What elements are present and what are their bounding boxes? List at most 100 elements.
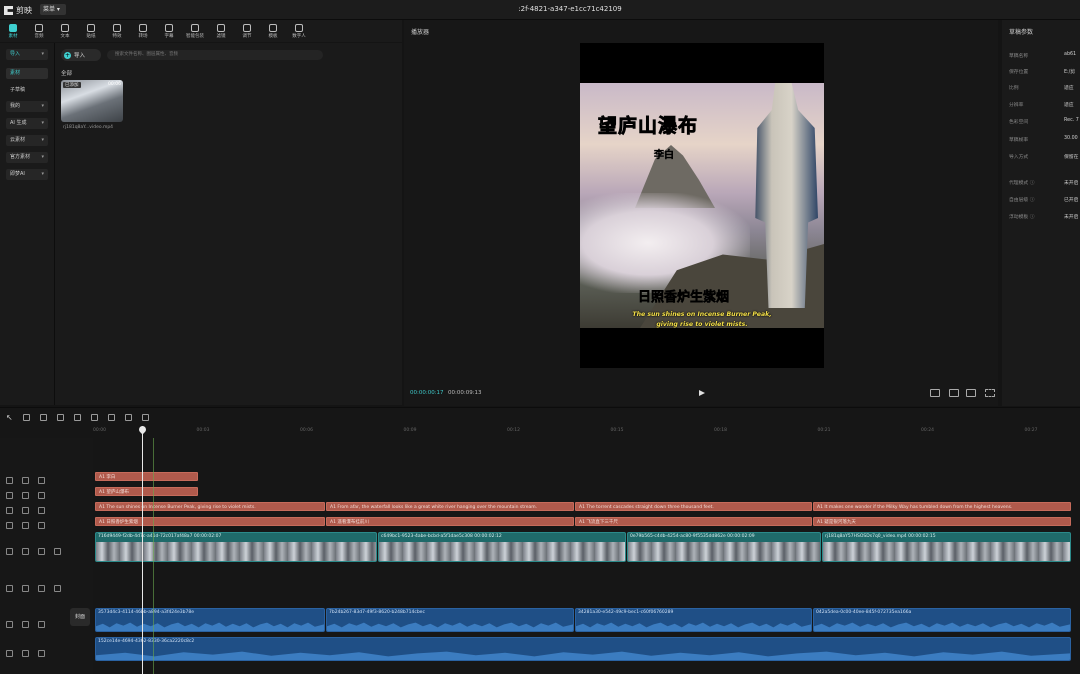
- audio-clip[interactable]: 7b24b267-83d7-49f3-8620-b248b714cbec: [326, 608, 574, 632]
- lock-icon[interactable]: [22, 548, 29, 555]
- text-clip[interactable]: A1 The torrent cascades straight down th…: [575, 502, 812, 511]
- video-track-icon[interactable]: [6, 548, 13, 555]
- toolbar-item-1[interactable]: 音频: [26, 20, 52, 42]
- menu-button[interactable]: 菜单 ▾: [40, 4, 66, 15]
- toolbar-item-4[interactable]: 特效: [104, 20, 130, 42]
- select-tool-icon[interactable]: ↖: [6, 413, 13, 422]
- toolbar-item-0[interactable]: 素材: [0, 20, 26, 42]
- nav-item-7[interactable]: 即梦AI ▾: [6, 169, 48, 180]
- lock-icon[interactable]: [22, 507, 29, 514]
- text-clip[interactable]: A1 日照香炉生紫烟: [95, 517, 325, 526]
- text-clip[interactable]: A1 李白: [95, 472, 198, 481]
- eye-icon[interactable]: [38, 548, 45, 555]
- audio-clip[interactable]: 34281a30-e542-49c9-bec1-c60f06760289: [575, 608, 812, 632]
- text-clip[interactable]: A1 From afar, the waterfall looks like a…: [326, 502, 574, 511]
- cover-button[interactable]: 封面: [70, 608, 90, 626]
- nav-item-4[interactable]: AI 生成 ▾: [6, 118, 48, 129]
- text-clip[interactable]: A1 望庐山瀑布: [95, 487, 198, 496]
- nav-item-0[interactable]: 导入 ▾: [6, 49, 48, 60]
- toolbar-item-5[interactable]: 转场: [130, 20, 156, 42]
- text-track-icon[interactable]: [6, 492, 13, 499]
- fullscreen-icon[interactable]: [985, 389, 995, 397]
- audio-clip[interactable]: 042a5dea-0c00-40ee-845f-072735ea166a: [813, 608, 1071, 632]
- volume-icon[interactable]: [54, 585, 61, 592]
- text-track-icon[interactable]: [6, 522, 13, 529]
- audio-clip[interactable]: 3573d4c3-4114-46bb-a894-a3f424e3b78e: [95, 608, 325, 632]
- eye-icon[interactable]: [38, 522, 45, 529]
- video-clip[interactable]: 0e79b565-c4db-4254-ac80-9f5535dd862e 00:…: [627, 532, 821, 562]
- lock-icon[interactable]: [22, 492, 29, 499]
- audio-clip-label: 7b24b267-83d7-49f3-8620-b248b714cbec: [329, 610, 425, 615]
- waveform: [814, 622, 1070, 631]
- split-icon[interactable]: [56, 413, 64, 421]
- video-clip[interactable]: rj181q8aY57HSOSDs7q0_video.mp4 00:00:02:…: [822, 532, 1071, 562]
- chevron-down-icon: ▾: [41, 103, 44, 109]
- text-clip[interactable]: A1 It makes one wonder if the Milky Way …: [813, 502, 1071, 511]
- quality-icon[interactable]: [930, 389, 940, 397]
- prop-value: 未开启: [1064, 215, 1079, 220]
- ratio-icon[interactable]: [966, 389, 976, 397]
- split-left-icon[interactable]: [73, 413, 81, 421]
- media-thumbnail[interactable]: 已添加 00:06: [61, 80, 123, 122]
- nav-item-5[interactable]: 云素材 ▾: [6, 135, 48, 146]
- toolbar-item-3[interactable]: 贴纸: [78, 20, 104, 42]
- search-input[interactable]: 搜索文件名称、图层属性、音频: [107, 50, 323, 60]
- volume-icon[interactable]: [38, 621, 45, 628]
- toolbar-item-7[interactable]: 智能包装: [182, 20, 208, 42]
- video-preview[interactable]: 望庐山瀑布 李白 日照香炉生紫烟 The sun shines on Incen…: [580, 43, 824, 368]
- eye-icon[interactable]: [38, 492, 45, 499]
- import-button[interactable]: + 导入: [61, 49, 101, 61]
- video-clip[interactable]: c649bc1-9523-4abe-bcbd-a5f1dae5c308 00:0…: [378, 532, 626, 562]
- eye-icon[interactable]: [38, 477, 45, 484]
- lock-icon[interactable]: [22, 650, 29, 657]
- marker-icon[interactable]: [124, 413, 132, 421]
- volume-icon[interactable]: [38, 650, 45, 657]
- lock-icon[interactable]: [22, 585, 29, 592]
- lock-icon[interactable]: [22, 621, 29, 628]
- nav-item-6[interactable]: 官方素材 ▾: [6, 152, 48, 163]
- toolbar-item-8[interactable]: 滤镜: [208, 20, 234, 42]
- play-icon[interactable]: [699, 390, 705, 396]
- prop-value: 30.00: [1064, 136, 1078, 141]
- ruler-tick: 00:15: [610, 428, 624, 433]
- redo-icon[interactable]: [39, 413, 47, 421]
- text-track-icon[interactable]: [6, 507, 13, 514]
- logo-icon: [4, 6, 13, 15]
- volume-icon[interactable]: [54, 548, 61, 555]
- audio-track-icon[interactable]: [6, 621, 13, 628]
- toolbar-item-11[interactable]: 数字人: [286, 20, 312, 42]
- captions-icon[interactable]: [141, 413, 149, 421]
- music-clip[interactable]: 152ce14e-4694-4362-8330-36ca2220c8c2: [95, 637, 1071, 661]
- text-clip[interactable]: A1 The sun shines on Incense Burner Peak…: [95, 502, 325, 511]
- timeline: ↖ 00:00 00:03 00:06 00:09 00:12 00:15 00:18 00:…: [0, 407, 1080, 674]
- toolbar-item-10[interactable]: 模板: [260, 20, 286, 42]
- undo-icon[interactable]: [22, 413, 30, 421]
- nav-item-3[interactable]: 我的 ▾: [6, 101, 48, 112]
- delete-icon[interactable]: [107, 413, 115, 421]
- audio-track-icon[interactable]: [6, 650, 13, 657]
- text-clip[interactable]: A1 飞流直下三千尺: [575, 517, 812, 526]
- text-clip[interactable]: A1 遥看瀑布挂前川: [326, 517, 574, 526]
- eye-icon[interactable]: [38, 585, 45, 592]
- eye-icon[interactable]: [38, 507, 45, 514]
- lock-icon[interactable]: [22, 477, 29, 484]
- nav-item-1[interactable]: 素材: [6, 68, 48, 79]
- toolbar-item-label: 转场: [138, 33, 148, 39]
- chevron-down-icon: ▾: [41, 171, 44, 177]
- toolbar-item-6[interactable]: 字幕: [156, 20, 182, 42]
- text-clip[interactable]: A1 疑是银河落九天: [813, 517, 1071, 526]
- video-frames: [379, 542, 625, 561]
- text-track-icon[interactable]: [6, 477, 13, 484]
- lock-icon[interactable]: [22, 522, 29, 529]
- toolbar-item-9[interactable]: 调节: [234, 20, 260, 42]
- playhead[interactable]: [142, 426, 143, 674]
- video-track-icon[interactable]: [6, 585, 13, 592]
- track-headers: 封面: [0, 438, 93, 674]
- ruler-tick: 00:24: [921, 428, 934, 433]
- video-clip[interactable]: 716d9449-f2db-4d7c-a41d-72c017af48a7 00:…: [95, 532, 377, 562]
- time-ruler[interactable]: 00:00 00:03 00:06 00:09 00:12 00:15 00:18 00:21…: [93, 426, 1080, 438]
- split-right-icon[interactable]: [90, 413, 98, 421]
- nav-item-2[interactable]: 子草稿: [6, 85, 48, 96]
- screenshot-icon[interactable]: [949, 389, 959, 397]
- toolbar-item-2[interactable]: 文本: [52, 20, 78, 42]
